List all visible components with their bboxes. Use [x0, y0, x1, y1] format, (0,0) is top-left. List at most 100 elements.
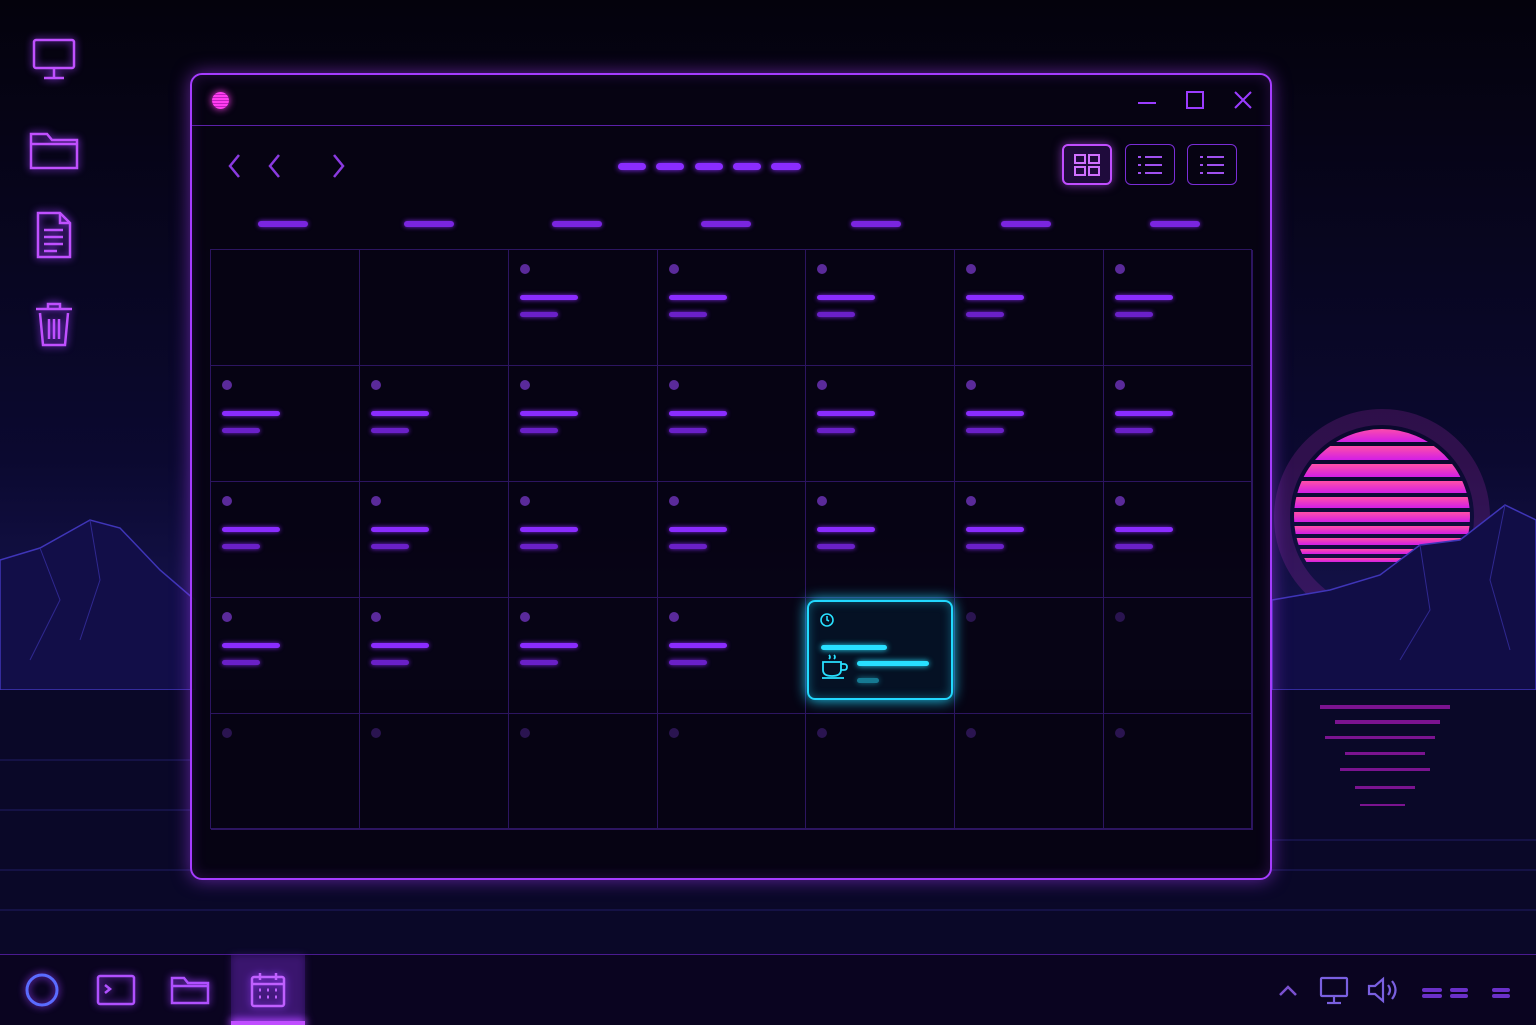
day-cell[interactable]	[211, 366, 360, 482]
day-cell[interactable]	[657, 714, 807, 830]
maximize-button[interactable]	[1182, 87, 1208, 113]
day-number	[817, 728, 828, 738]
desktop-document-icon[interactable]	[26, 207, 82, 263]
event-title[interactable]	[966, 411, 1025, 416]
event-title[interactable]	[817, 295, 876, 300]
event-title[interactable]	[817, 527, 876, 532]
day-cell[interactable]	[508, 250, 658, 366]
day-cell[interactable]	[508, 714, 658, 830]
title-bar[interactable]	[192, 75, 1270, 126]
day-cell[interactable]	[359, 598, 509, 714]
day-number	[370, 728, 381, 738]
event-title[interactable]	[222, 527, 280, 532]
event-title[interactable]	[370, 643, 429, 648]
day-number	[817, 496, 828, 506]
event-title[interactable]	[1115, 527, 1174, 532]
event-time	[817, 428, 856, 433]
tray-display-button[interactable]	[1318, 974, 1350, 1006]
desktop-trash-icon[interactable]	[26, 296, 82, 352]
event-title[interactable]	[1115, 411, 1174, 416]
day-number	[817, 264, 828, 274]
event-title[interactable]	[519, 527, 578, 532]
weekday-label	[1001, 221, 1051, 227]
day-cell[interactable]	[211, 714, 360, 830]
day-cell[interactable]	[1104, 714, 1253, 830]
day-cell[interactable]	[508, 366, 658, 482]
event-time	[370, 428, 409, 433]
event-time	[668, 312, 707, 317]
day-cell[interactable]	[359, 714, 509, 830]
day-cell[interactable]	[1104, 598, 1253, 714]
taskbar-files[interactable]	[162, 955, 218, 1025]
day-cell[interactable]	[657, 598, 807, 714]
minimize-button[interactable]	[1134, 87, 1160, 113]
day-cell[interactable]	[1104, 366, 1253, 482]
display-icon	[1319, 976, 1349, 1005]
event-title[interactable]	[817, 411, 876, 416]
tray-overflow-button[interactable]	[1276, 976, 1300, 1004]
event-title[interactable]	[519, 295, 578, 300]
day-cell[interactable]	[955, 598, 1105, 714]
day-number	[1115, 612, 1126, 622]
taskbar-calendar[interactable]	[231, 955, 305, 1025]
day-cell[interactable]	[508, 482, 658, 598]
clock-icon	[820, 613, 835, 627]
previous-year-button[interactable]	[222, 149, 248, 183]
day-cell[interactable]	[806, 366, 956, 482]
tray-volume-button[interactable]	[1366, 974, 1402, 1006]
event-time	[519, 544, 558, 549]
start-button[interactable]	[14, 955, 70, 1025]
event-title[interactable]	[668, 643, 727, 648]
event-title[interactable]	[668, 411, 727, 416]
day-cell[interactable]	[955, 250, 1105, 366]
event-time	[370, 544, 409, 549]
previous-month-button[interactable]	[262, 149, 288, 183]
day-cell[interactable]	[806, 250, 956, 366]
event-time	[1115, 428, 1154, 433]
event-title[interactable]	[966, 527, 1025, 532]
event-title[interactable]	[519, 643, 578, 648]
selected-event-card[interactable]	[807, 600, 954, 700]
day-cell[interactable]	[657, 366, 807, 482]
event-time	[857, 678, 880, 683]
day-cell[interactable]	[806, 482, 956, 598]
day-cell[interactable]	[1104, 482, 1253, 598]
day-cell[interactable]	[508, 598, 658, 714]
day-cell[interactable]	[211, 250, 360, 366]
agenda-view-button[interactable]	[1187, 144, 1237, 185]
close-button[interactable]	[1230, 87, 1256, 113]
event-title[interactable]	[370, 411, 429, 416]
day-cell[interactable]	[657, 482, 807, 598]
day-cell[interactable]	[211, 482, 360, 598]
event-title[interactable]	[519, 411, 578, 416]
day-cell[interactable]	[955, 366, 1105, 482]
event-title[interactable]	[222, 643, 280, 648]
day-cell[interactable]	[657, 250, 807, 366]
day-cell[interactable]	[359, 250, 509, 366]
event-title[interactable]	[668, 295, 727, 300]
day-cell[interactable]	[955, 482, 1105, 598]
day-cell[interactable]	[806, 714, 956, 830]
event-title[interactable]	[966, 295, 1025, 300]
weekday-label	[404, 221, 454, 227]
day-number	[817, 380, 828, 390]
taskbar-terminal[interactable]	[88, 955, 144, 1025]
day-cell[interactable]	[359, 366, 509, 482]
day-cell[interactable]	[1104, 250, 1253, 366]
event-title[interactable]	[222, 411, 280, 416]
event-title	[821, 645, 888, 650]
day-cell[interactable]	[955, 714, 1105, 830]
day-cell[interactable]	[211, 598, 360, 714]
event-time	[668, 544, 707, 549]
desktop-folder-icon[interactable]	[26, 121, 82, 177]
day-number	[222, 612, 232, 622]
event-title[interactable]	[1115, 295, 1174, 300]
day-number	[668, 380, 679, 390]
list-view-button[interactable]	[1125, 144, 1175, 185]
grid-view-button[interactable]	[1062, 144, 1112, 185]
event-title[interactable]	[668, 527, 727, 532]
next-month-button[interactable]	[325, 149, 351, 183]
day-cell[interactable]	[359, 482, 509, 598]
desktop-computer-icon[interactable]	[26, 32, 82, 88]
event-title[interactable]	[370, 527, 429, 532]
